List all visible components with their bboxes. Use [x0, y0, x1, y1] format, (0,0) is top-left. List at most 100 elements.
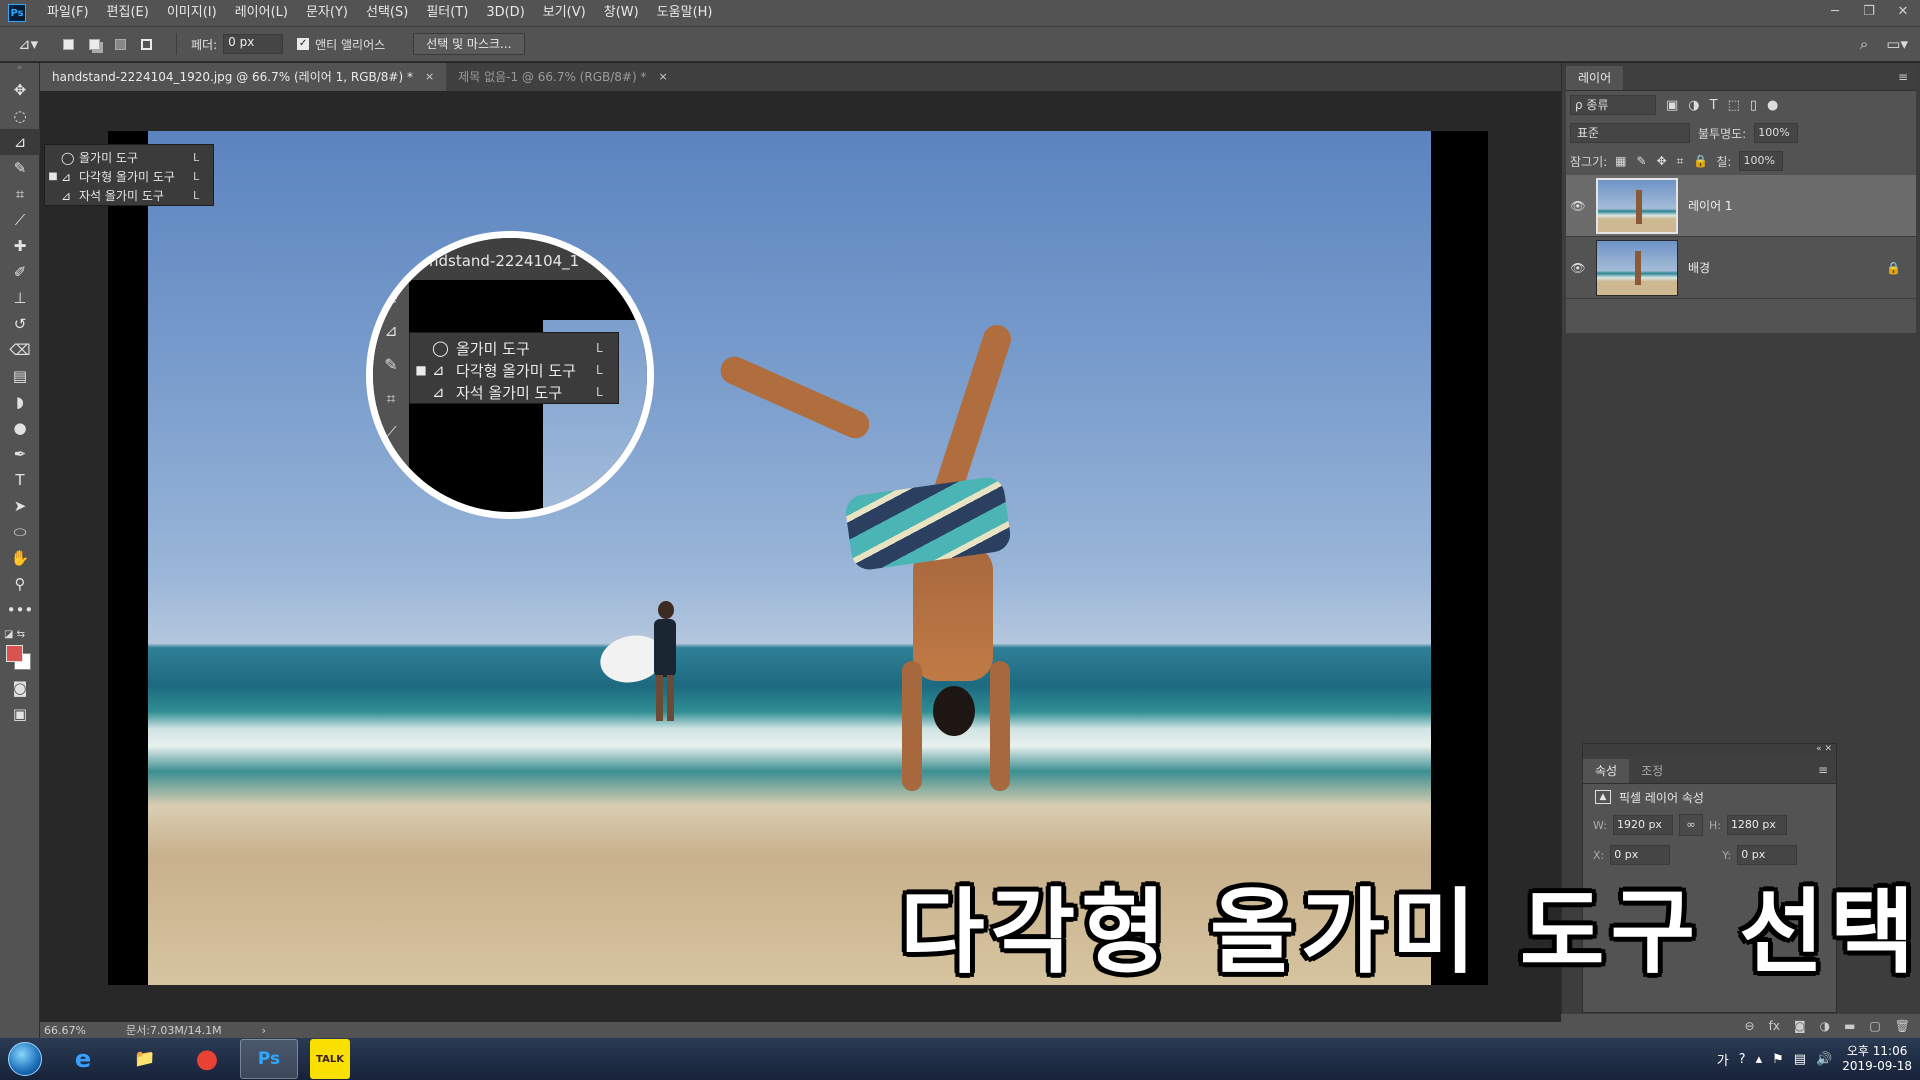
close-tab-icon[interactable]: × — [658, 63, 667, 91]
feather-input[interactable]: 0 px — [223, 34, 284, 54]
flag-icon[interactable]: ⚑ — [1772, 1052, 1784, 1067]
filter-adjust-icon[interactable]: ◑ — [1688, 98, 1699, 113]
close-window-button[interactable]: ✕ — [1886, 0, 1920, 26]
default-colors-icon[interactable]: ◪ ⇆ — [4, 629, 25, 640]
quick-select-tool-icon[interactable]: ✎ — [0, 155, 40, 181]
lock-artboard-icon[interactable]: ⌗ — [1677, 154, 1684, 169]
menu-layer[interactable]: 레이어(L) — [226, 0, 297, 26]
zoom-level[interactable]: 66.67% — [44, 1024, 86, 1037]
menu-view[interactable]: 보기(V) — [534, 0, 595, 26]
blend-mode-select[interactable]: 표준 — [1570, 123, 1690, 143]
link-icon[interactable]: ∞ — [1678, 814, 1703, 836]
width-input[interactable]: 1920 px — [1612, 815, 1673, 835]
add-mask-icon[interactable]: ◙ — [1794, 1019, 1806, 1033]
layer-name[interactable]: 레이어 1 — [1688, 197, 1916, 214]
layer-kind-filter[interactable]: ρ 종류 — [1570, 95, 1656, 115]
tab-untitled[interactable]: 제목 없음-1 @ 66.7% (RGB/8#) * × — [446, 63, 680, 91]
link-layers-icon[interactable]: ⊖ — [1745, 1019, 1755, 1033]
ie-icon[interactable]: e — [54, 1039, 112, 1079]
gradient-tool-icon[interactable]: ▤ — [0, 363, 40, 389]
filter-shape-icon[interactable]: ⬚ — [1728, 98, 1740, 113]
flyout-item-polygonal-lasso[interactable]: ■ ⊿ 다각형 올가미 도구 L — [45, 167, 213, 186]
tab-adjustments[interactable]: 조정 — [1629, 759, 1675, 783]
quick-mask-icon[interactable]: ◙ — [0, 675, 40, 701]
ime-indicator[interactable]: 가 — [1717, 1050, 1729, 1069]
lock-paint-icon[interactable]: ✎ — [1637, 154, 1647, 169]
foreground-color-swatch[interactable] — [6, 645, 23, 662]
kakaotalk-icon[interactable]: TALK — [310, 1039, 350, 1079]
new-selection-button[interactable] — [58, 34, 78, 54]
shape-tool-icon[interactable]: ⬭ — [0, 519, 40, 545]
workspace-icon[interactable]: ▭▾ — [1886, 35, 1908, 53]
select-mask-button[interactable]: 선택 및 마스크... — [413, 33, 525, 55]
fill-input[interactable]: 100% — [1739, 151, 1784, 171]
crop-tool-icon[interactable]: ⌗ — [0, 181, 40, 207]
layer-row[interactable]: 👁 레이어 1 — [1566, 175, 1916, 237]
start-button[interactable] — [0, 1038, 50, 1080]
menu-edit[interactable]: 편집(E) — [98, 0, 158, 26]
new-layer-icon[interactable]: ▢ — [1869, 1019, 1880, 1033]
collapse-icon[interactable]: « ✕ — [1583, 744, 1836, 756]
height-input[interactable]: 1280 px — [1726, 815, 1787, 835]
opacity-input[interactable]: 100% — [1754, 123, 1799, 143]
menu-window[interactable]: 창(W) — [595, 0, 648, 26]
menu-image[interactable]: 이미지(I) — [158, 0, 226, 26]
lock-transparent-icon[interactable]: ▦ — [1615, 154, 1626, 169]
menu-file[interactable]: 파일(F) — [38, 0, 98, 26]
pen-tool-icon[interactable]: ✒ — [0, 441, 40, 467]
lasso-tool-icon[interactable]: ⊿ — [0, 129, 40, 155]
eraser-tool-icon[interactable]: ⌫ — [0, 337, 40, 363]
delete-layer-icon[interactable]: 🗑 — [1895, 1019, 1910, 1033]
layer-row[interactable]: 👁 배경 🔒 — [1566, 237, 1916, 299]
network-icon[interactable]: ▤ — [1794, 1052, 1806, 1067]
fx-icon[interactable]: fx — [1769, 1019, 1780, 1033]
filter-type-icon[interactable]: T — [1710, 98, 1718, 113]
menu-3d[interactable]: 3D(D) — [477, 0, 533, 26]
layer-name[interactable]: 배경 — [1688, 259, 1886, 276]
tray-arrow-icon[interactable]: ▴ — [1756, 1052, 1763, 1067]
restore-button[interactable]: ❐ — [1852, 0, 1886, 26]
photoshop-taskbar-icon[interactable]: Ps — [240, 1039, 298, 1079]
filter-smart-icon[interactable]: ▯ — [1750, 98, 1757, 113]
eye-icon[interactable]: 👁 — [1566, 199, 1590, 213]
panel-menu-icon[interactable]: ≡ — [1898, 70, 1908, 84]
new-group-icon[interactable]: ▬ — [1844, 1019, 1855, 1033]
menu-select[interactable]: 선택(S) — [357, 0, 417, 26]
lock-all-icon[interactable]: 🔒 — [1693, 154, 1708, 169]
status-arrow-icon[interactable]: › — [262, 1024, 266, 1037]
blur-tool-icon[interactable]: ◗ — [0, 389, 40, 415]
type-tool-icon[interactable]: T — [0, 467, 40, 493]
flyout-item-lasso[interactable]: ◯ 올가미 도구 L — [45, 148, 213, 167]
lock-position-icon[interactable]: ✥ — [1657, 154, 1667, 169]
subtract-selection-button[interactable] — [110, 34, 130, 54]
dodge-tool-icon[interactable]: ● — [0, 415, 40, 441]
flyout-item-magnetic-lasso[interactable]: ⊿ 자석 올가미 도구 L — [45, 186, 213, 205]
filter-pixel-icon[interactable]: ▣ — [1666, 98, 1678, 113]
tab-handstand[interactable]: handstand-2224104_1920.jpg @ 66.7% (레이어 … — [40, 63, 447, 91]
polygonal-lasso-icon[interactable]: ⊿▾ — [18, 35, 58, 53]
close-tab-icon[interactable]: × — [425, 63, 434, 91]
intersect-selection-button[interactable] — [136, 34, 156, 54]
move-tool-icon[interactable]: ✥ — [0, 77, 40, 103]
menu-type[interactable]: 문자(Y) — [297, 0, 357, 26]
panel-grip-icon[interactable]: » — [0, 63, 39, 77]
minimize-button[interactable]: ─ — [1818, 0, 1852, 26]
history-brush-icon[interactable]: ↺ — [0, 311, 40, 337]
screen-mode-icon[interactable]: ▣ — [0, 701, 40, 727]
search-icon[interactable]: ⌕ — [1860, 35, 1868, 53]
hand-tool-icon[interactable]: ✋ — [0, 545, 40, 571]
brush-tool-icon[interactable]: ✐ — [0, 259, 40, 285]
eye-icon[interactable]: 👁 — [1566, 261, 1590, 275]
volume-icon[interactable]: 🔊 — [1816, 1052, 1832, 1067]
folder-icon[interactable]: 📁 — [116, 1039, 174, 1079]
zoom-tool-icon[interactable]: ⚲ — [0, 571, 40, 597]
tab-layers[interactable]: 레이어 — [1566, 66, 1624, 90]
marquee-tool-icon[interactable]: ◌ — [0, 103, 40, 129]
healing-tool-icon[interactable]: ✚ — [0, 233, 40, 259]
photo-canvas[interactable] — [148, 131, 1431, 985]
tab-properties[interactable]: 속성 — [1583, 759, 1630, 783]
eyedropper-tool-icon[interactable]: ⟋ — [0, 207, 40, 233]
clock[interactable]: 오후 11:06 2019-09-18 — [1842, 1044, 1912, 1074]
more-tools-icon[interactable]: ••• — [0, 597, 40, 623]
add-selection-button[interactable] — [84, 34, 104, 54]
